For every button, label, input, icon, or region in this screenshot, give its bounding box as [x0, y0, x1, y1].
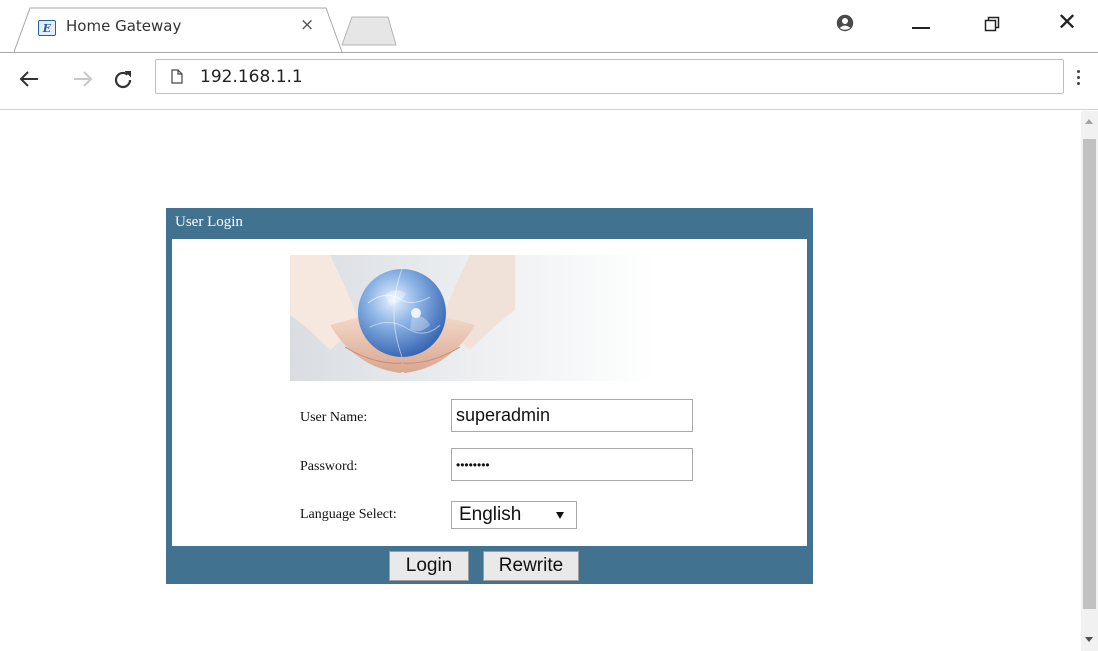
- globe-in-hands-banner-image: [290, 255, 655, 381]
- language-label: Language Select:: [300, 507, 397, 522]
- tab-close-icon[interactable]: ×: [300, 17, 314, 34]
- tab-strip: E Home Gateway × ✕: [0, 0, 1098, 53]
- language-select-value: English: [459, 504, 522, 525]
- rewrite-button[interactable]: Rewrite: [483, 551, 579, 581]
- page-icon: [171, 69, 183, 84]
- forward-arrow-icon[interactable]: [72, 70, 94, 88]
- language-select[interactable]: English: [451, 501, 577, 529]
- login-form: User Name: Password: •••••••• Language S…: [172, 239, 807, 546]
- browser-toolbar: 192.168.1.1: [0, 52, 1098, 110]
- browser-menu-icon[interactable]: [1077, 70, 1081, 88]
- url-text: 192.168.1.1: [200, 67, 303, 87]
- scroll-up-arrow-icon[interactable]: [1085, 119, 1093, 124]
- scroll-thumb[interactable]: [1083, 139, 1096, 609]
- reload-icon[interactable]: [112, 69, 134, 91]
- password-field[interactable]: ••••••••: [451, 448, 693, 481]
- new-tab-button[interactable]: [338, 14, 398, 46]
- site-favicon-icon: E: [38, 20, 56, 36]
- username-field[interactable]: [451, 399, 693, 432]
- restore-button[interactable]: [984, 16, 1000, 32]
- login-panel: User Login User Name: superadmin Passwor…: [166, 208, 813, 584]
- username-label: User Name:: [300, 410, 368, 425]
- tab-title: Home Gateway: [66, 17, 182, 35]
- page-scrollbar[interactable]: [1081, 111, 1098, 651]
- address-bar[interactable]: 192.168.1.1: [155, 59, 1064, 94]
- login-header: User Login: [175, 214, 243, 230]
- dropdown-arrow-icon: [556, 512, 564, 519]
- window-close-button[interactable]: ✕: [1057, 10, 1077, 34]
- profile-icon[interactable]: [836, 14, 854, 32]
- scroll-down-arrow-icon[interactable]: [1085, 637, 1093, 642]
- minimize-button[interactable]: [912, 27, 930, 29]
- back-arrow-icon[interactable]: [18, 70, 40, 88]
- password-label: Password:: [300, 459, 358, 474]
- login-button[interactable]: Login: [389, 551, 469, 581]
